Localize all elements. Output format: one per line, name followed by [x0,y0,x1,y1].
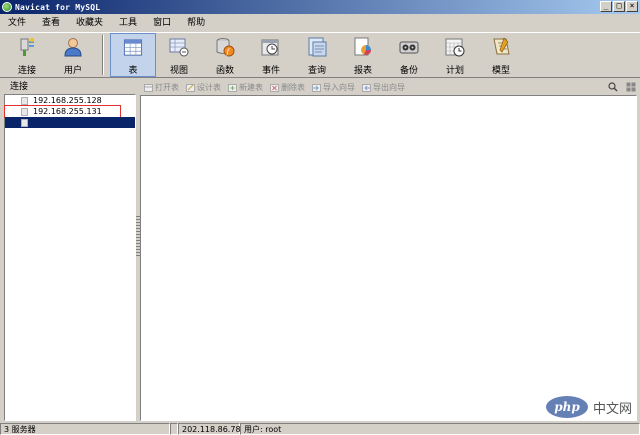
watermark-text: 中文网 [592,401,632,417]
table-label: 表 [128,66,138,76]
function-icon: f [216,38,235,57]
design-table-label: 设计表 [197,83,221,92]
minimize-button[interactable]: _ [600,1,612,12]
menu-bar: 文件 查看 收藏夹 工具 窗口 帮助 [0,14,640,32]
delete-table-label: 删除表 [281,83,305,92]
view-icon [169,38,189,57]
open-table-label: 打开表 [155,83,179,92]
user-label: 用户 [63,66,82,76]
connection-label: 192.168.255.128 [33,96,102,105]
import-wizard-label: 导入向导 [323,83,355,92]
connection-label: 连接 [17,66,36,76]
function-label: 函数 [215,66,234,76]
new-table-label: 新建表 [239,83,263,92]
window-title: Navicat for MySQL [15,2,101,12]
view-label: 视图 [169,66,188,76]
report-icon [354,37,371,56]
user-icon [64,38,82,57]
export-wizard-label: 导出向导 [373,83,405,92]
backup-button[interactable]: 备份 [386,33,432,77]
query-icon [308,37,327,57]
search-icon[interactable] [608,82,618,92]
query-button[interactable]: 查询 [294,33,340,77]
calendar-clock-icon [445,38,465,57]
view-button[interactable]: 视图 [156,33,202,77]
connection-item-selected[interactable]: 192.168.255.1 [5,117,135,128]
backup-tape-icon [399,41,419,54]
user-button[interactable]: 用户 [50,33,96,77]
connection-panel-header: 连接 [10,82,29,92]
design-table-icon [186,83,195,92]
object-toolbar-right [608,82,636,92]
event-button[interactable]: 事件 [248,33,294,77]
import-icon [312,83,321,92]
query-label: 查询 [307,66,326,76]
open-table-icon [144,83,153,92]
event-label: 事件 [261,66,280,76]
menu-view[interactable]: 查看 [34,14,68,32]
window-controls: _ □ × [600,1,638,12]
delete-table-icon [270,83,279,92]
object-list-area[interactable] [140,95,637,421]
model-icon [493,37,510,55]
new-table-button[interactable]: 新建表 [228,82,263,93]
plug-icon [20,38,34,56]
schedule-button[interactable]: 计划 [432,33,478,77]
status-server-count: 3 服务器 [0,423,170,435]
connection-item-highlighted[interactable]: 192.168.255.131 [4,105,121,118]
model-label: 模型 [491,66,510,76]
menu-window[interactable]: 窗口 [145,14,179,32]
toolbar-separator [102,35,104,75]
schedule-label: 计划 [445,66,464,76]
new-table-icon [228,83,237,92]
connection-item[interactable]: 192.168.255.128 [5,95,135,106]
menu-help[interactable]: 帮助 [179,14,213,32]
watermark: php 中文网 [545,396,632,418]
title-bar: Navicat for MySQL _ □ × [0,0,640,14]
status-user: 用户: root [240,423,640,435]
main-toolbar: 连接 用户 表 视图 f 函数 事件 查询 报表 备份 计划 模型 [0,32,640,78]
connection-tree[interactable]: 192.168.255.128 192.168.255.131 192.168.… [4,94,136,421]
delete-table-button[interactable]: 删除表 [270,82,305,93]
navicat-app-icon [2,2,12,12]
backup-label: 备份 [399,66,418,76]
menu-file[interactable]: 文件 [0,14,34,32]
report-label: 报表 [353,66,372,76]
status-spacer [170,423,178,435]
server-icon [21,108,28,116]
table-icon [123,39,143,56]
function-button[interactable]: f 函数 [202,33,248,77]
open-table-button[interactable]: 打开表 [144,82,179,93]
status-bar: 3 服务器 202.118.86.78 用户: root [0,423,640,435]
table-button[interactable]: 表 [110,33,156,77]
server-icon [21,119,28,127]
export-icon [362,83,371,92]
view-mode-grid-icon[interactable] [626,82,636,92]
menu-tools[interactable]: 工具 [111,14,145,32]
status-host: 202.118.86.78 [178,423,241,435]
server-icon [21,97,28,105]
watermark-logo: php [545,396,588,418]
connection-label: 192.168.255.1 [33,118,92,127]
object-toolbar: 打开表 设计表 新建表 删除表 导入向导 导出向导 [140,80,640,95]
design-table-button[interactable]: 设计表 [186,82,221,93]
export-wizard-button[interactable]: 导出向导 [362,82,405,93]
close-button[interactable]: × [626,1,638,12]
model-button[interactable]: 模型 [478,33,524,77]
maximize-button[interactable]: □ [613,1,625,12]
clock-event-icon [261,39,279,56]
report-button[interactable]: 报表 [340,33,386,77]
menu-favorites[interactable]: 收藏夹 [68,14,111,32]
connection-button[interactable]: 连接 [4,33,50,77]
connection-label: 192.168.255.131 [33,107,102,116]
import-wizard-button[interactable]: 导入向导 [312,82,355,93]
